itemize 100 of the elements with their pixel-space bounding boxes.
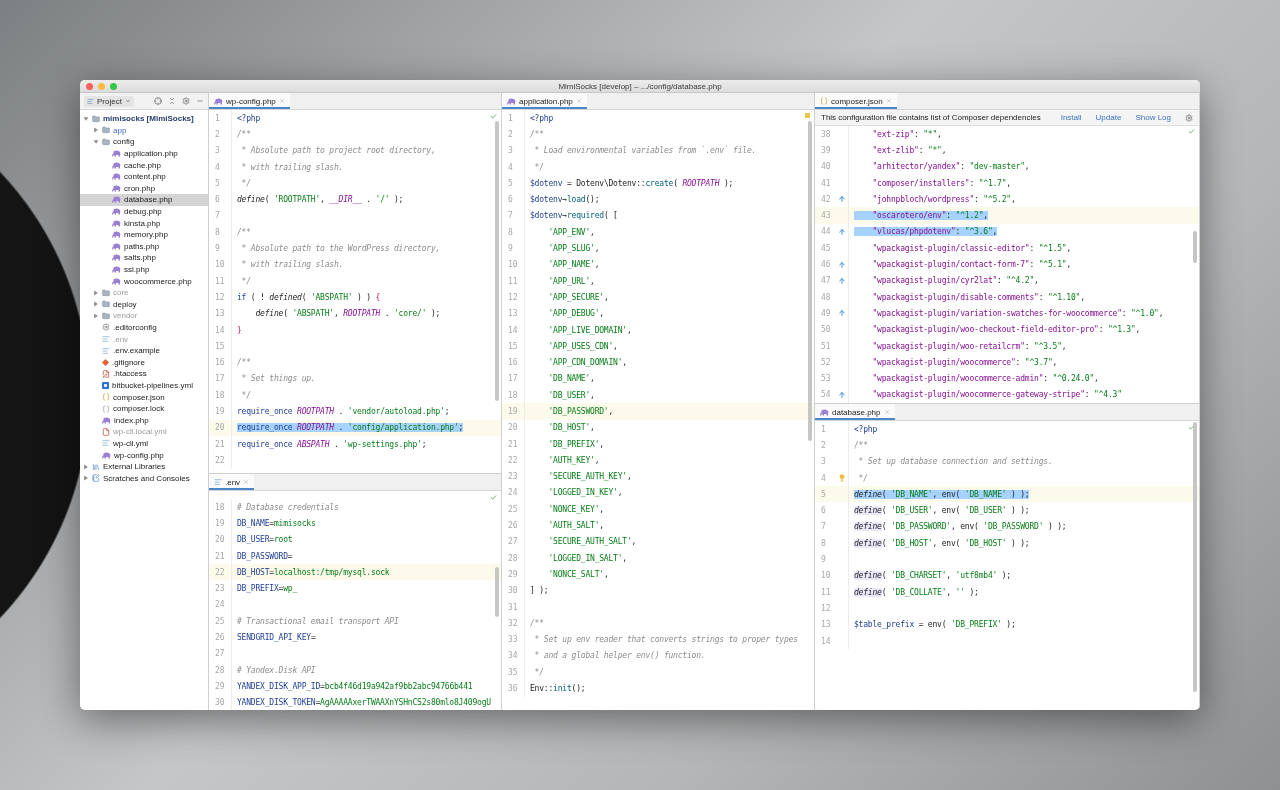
arrow-up-icon[interactable] bbox=[838, 260, 846, 269]
tree-item[interactable]: mimisocks [MimiSocks] bbox=[80, 113, 208, 125]
line-number: 9 bbox=[214, 244, 221, 253]
tree-item[interactable]: cache.php bbox=[80, 159, 208, 171]
view-dropdown[interactable]: Project bbox=[84, 95, 134, 107]
settings-icon[interactable] bbox=[182, 97, 190, 105]
code-line: "wpackagist-plugin/woo-checkout-field-editor-pro": "^1.3", bbox=[871, 325, 1141, 335]
action-link[interactable]: Update bbox=[1095, 113, 1122, 122]
code-line: define( 'DB_HOST', env( 'DB_HOST' ) ); bbox=[854, 538, 1030, 548]
check-icon[interactable] bbox=[490, 494, 497, 501]
editor-tab[interactable]: database.php bbox=[815, 404, 895, 420]
tree-item[interactable]: debug.php bbox=[80, 205, 208, 218]
caret-down-icon[interactable] bbox=[93, 139, 99, 145]
code-line: 'SECURE_AUTH_KEY', bbox=[547, 472, 632, 482]
settings-icon[interactable] bbox=[1185, 113, 1193, 122]
tree-item[interactable]: memory.php bbox=[80, 228, 208, 241]
tree-item[interactable]: composer.json bbox=[80, 391, 208, 403]
editor-tab[interactable]: composer.json bbox=[815, 93, 897, 109]
close-icon[interactable] bbox=[243, 479, 250, 485]
arrow-up-icon[interactable] bbox=[838, 390, 846, 399]
code-line: "wpackagist-plugin/contact-form-7": "^5.1", bbox=[871, 260, 1071, 269]
code-line: /** bbox=[530, 129, 544, 139]
caret-right-icon[interactable] bbox=[83, 463, 89, 470]
code-line: * with trailing slash. bbox=[240, 162, 344, 172]
tree-item[interactable]: woocommerce.php bbox=[80, 275, 208, 287]
tree-item[interactable]: .env.example bbox=[80, 344, 208, 357]
tree-item[interactable]: composer.lock bbox=[80, 402, 208, 415]
tree-item[interactable]: .gitignore bbox=[80, 356, 208, 369]
caret-right-icon[interactable] bbox=[93, 127, 99, 134]
collapse-icon[interactable] bbox=[168, 97, 176, 105]
lightbulb-icon[interactable] bbox=[838, 474, 846, 483]
editor-tab[interactable]: wp-config.php bbox=[209, 93, 290, 109]
tree-item[interactable]: cron.php bbox=[80, 182, 208, 195]
close-icon[interactable] bbox=[575, 98, 582, 104]
arrow-up-icon[interactable] bbox=[838, 309, 846, 318]
tree-item[interactable]: index.php bbox=[80, 414, 208, 427]
tree-item[interactable]: content.php bbox=[80, 170, 208, 183]
line-number: 1 bbox=[820, 424, 827, 434]
scrollbar[interactable] bbox=[495, 121, 499, 401]
line-number: 27 bbox=[507, 537, 519, 547]
tree-item[interactable]: deploy bbox=[80, 298, 208, 311]
tree-item[interactable]: config bbox=[80, 136, 208, 148]
close-icon[interactable] bbox=[883, 409, 890, 415]
scrollbar[interactable] bbox=[1193, 422, 1197, 692]
caret-icon bbox=[124, 98, 131, 104]
books-icon bbox=[92, 462, 100, 471]
code-line: 'APP_URL', bbox=[547, 276, 595, 286]
check-icon[interactable] bbox=[1188, 128, 1195, 135]
close-button[interactable] bbox=[86, 82, 93, 90]
line-number: 14 bbox=[820, 636, 832, 646]
tree-item[interactable]: application.php bbox=[80, 147, 208, 160]
code-line: $dotenv = Dotenv\Dotenv::create( ROOTPATH ); bbox=[530, 178, 734, 188]
arrow-up-icon[interactable] bbox=[838, 227, 846, 236]
line-number: 25 bbox=[507, 504, 519, 514]
locate-icon[interactable] bbox=[154, 97, 162, 105]
editor-tab[interactable]: application.php bbox=[502, 93, 587, 109]
caret-right-icon[interactable] bbox=[93, 301, 99, 308]
tree-item[interactable]: ssl.php bbox=[80, 263, 208, 276]
check-icon[interactable] bbox=[490, 113, 497, 120]
tree-item[interactable]: salts.php bbox=[80, 252, 208, 264]
tree-item[interactable]: Scratches and Consoles bbox=[80, 472, 208, 484]
tree-item[interactable]: kinsta.php bbox=[80, 217, 208, 229]
elephant-icon bbox=[112, 208, 121, 216]
line-number: 8 bbox=[507, 227, 514, 237]
arrow-up-icon[interactable] bbox=[838, 195, 846, 204]
action-link[interactable]: Show Log bbox=[1135, 113, 1171, 122]
minus-icon[interactable] bbox=[196, 97, 204, 105]
tree-item[interactable]: .htaccess bbox=[80, 368, 208, 380]
caret-right-icon[interactable] bbox=[93, 289, 99, 296]
line-number: 9 bbox=[507, 244, 514, 253]
check-icon[interactable] bbox=[1188, 424, 1195, 431]
tree-item[interactable]: wp-config.php bbox=[80, 449, 208, 461]
action-link[interactable]: Install bbox=[1060, 113, 1082, 122]
line-number: 13 bbox=[820, 620, 832, 630]
folder-icon bbox=[102, 138, 110, 146]
scrollbar[interactable] bbox=[495, 567, 499, 617]
tree-item[interactable]: app bbox=[80, 124, 208, 137]
tree-item[interactable]: database.php bbox=[80, 194, 208, 206]
file-pen-icon bbox=[102, 369, 110, 378]
caret-down-icon[interactable] bbox=[83, 115, 89, 122]
arrow-up-icon[interactable] bbox=[838, 276, 846, 285]
tree-item[interactable]: paths.php bbox=[80, 240, 208, 253]
code-line: /** bbox=[530, 618, 544, 628]
tree-item[interactable]: bitbucket-pipelines.yml bbox=[80, 379, 208, 392]
tree-item[interactable]: External Libraries bbox=[80, 460, 208, 473]
code-line: # Transactional email transport API bbox=[237, 616, 399, 626]
zoom-button[interactable] bbox=[110, 82, 117, 90]
editor-tab[interactable]: .env bbox=[209, 474, 255, 490]
scrollbar[interactable] bbox=[808, 121, 812, 441]
close-icon[interactable] bbox=[885, 98, 892, 104]
scrollbar[interactable] bbox=[1193, 231, 1197, 263]
elephant-icon bbox=[102, 416, 111, 424]
minimize-button[interactable] bbox=[98, 82, 105, 90]
elephant-icon bbox=[112, 196, 121, 204]
line-number: 6 bbox=[214, 195, 221, 205]
tree-item[interactable]: wp-cli.yml bbox=[80, 437, 208, 450]
close-icon[interactable] bbox=[278, 98, 285, 104]
tree-item[interactable]: .editorconfig bbox=[80, 321, 208, 334]
caret-right-icon[interactable] bbox=[93, 312, 99, 319]
caret-right-icon[interactable] bbox=[83, 475, 89, 482]
